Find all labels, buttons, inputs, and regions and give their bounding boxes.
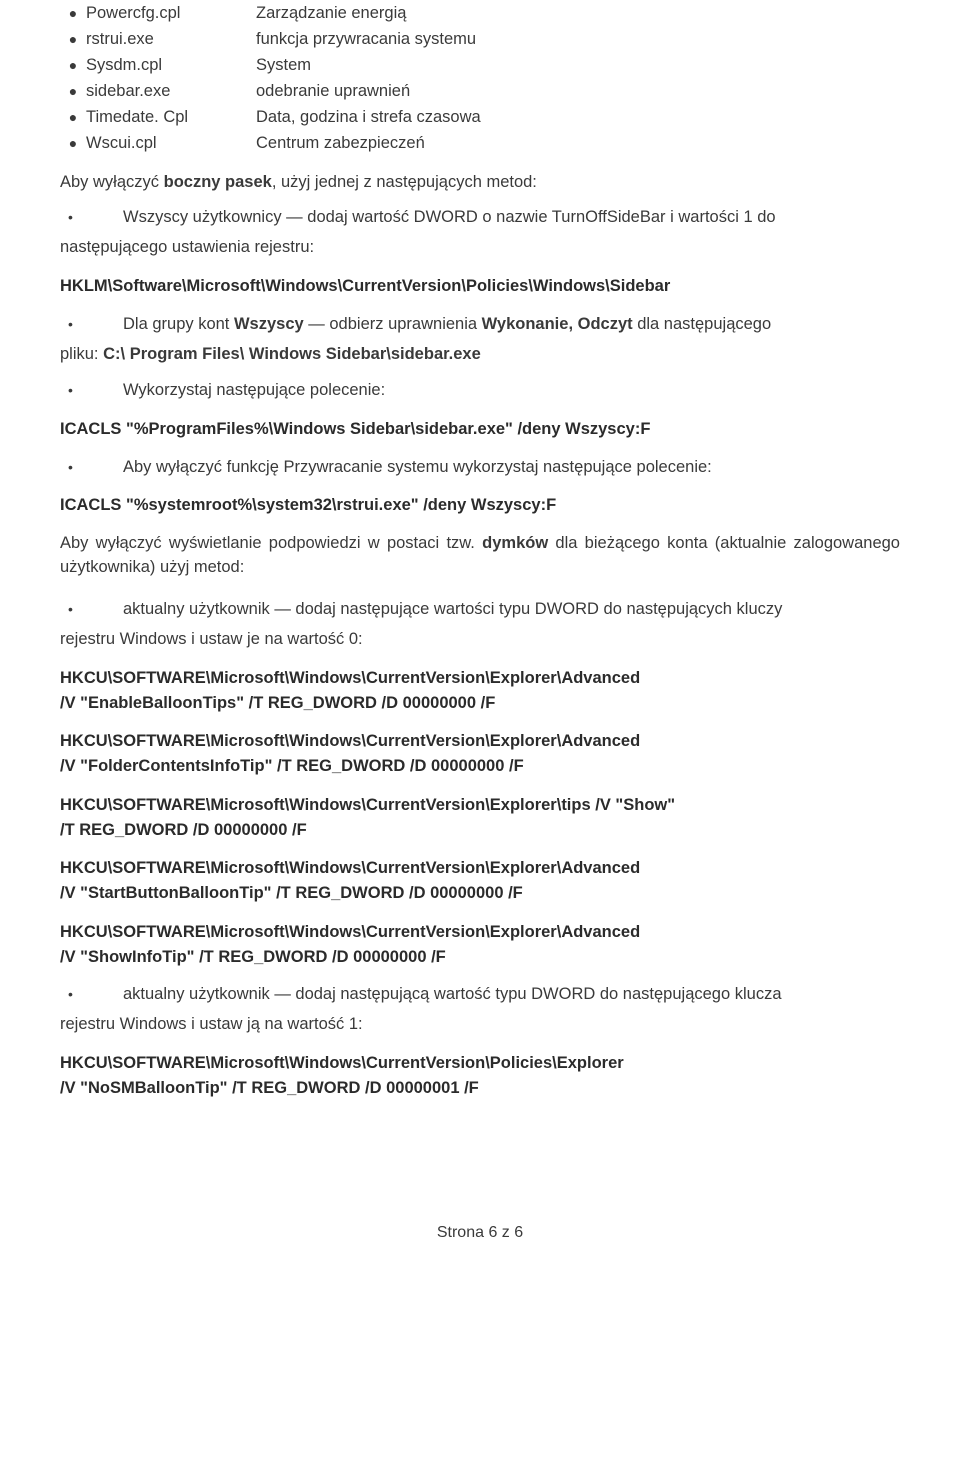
text-bold: Wszyscy (234, 315, 304, 333)
text: Dla grupy kont (123, 315, 234, 333)
file-cmd: rstrui.exe (86, 28, 256, 52)
registry-path: HKLM\Software\Microsoft\Windows\CurrentV… (60, 274, 900, 299)
reg-line1: HKCU\SOFTWARE\Microsoft\Windows\CurrentV… (60, 856, 900, 881)
reg-line1: HKCU\SOFTWARE\Microsoft\Windows\CurrentV… (60, 729, 900, 754)
bullet-icon: ● (60, 107, 86, 127)
reg-line2: /T REG_DWORD /D 00000000 /F (60, 818, 900, 843)
sub-bullet: • aktualny użytkownik — dodaj następując… (60, 598, 900, 622)
list-item: ● Timedate. Cpl Data, godzina i strefa c… (60, 106, 900, 130)
sub-bullet: • Aby wyłączyć funkcję Przywracanie syst… (60, 456, 900, 480)
paragraph: rejestru Windows i ustaw ją na wartość 1… (60, 1013, 900, 1037)
sub-bullet: • Dla grupy kont Wszyscy — odbierz upraw… (60, 313, 900, 337)
file-desc: Centrum zabezpieczeń (256, 132, 900, 156)
file-desc: System (256, 54, 900, 78)
registry-command: HKCU\SOFTWARE\Microsoft\Windows\CurrentV… (60, 793, 900, 843)
reg-line2: /V "ShowInfoTip" /T REG_DWORD /D 0000000… (60, 945, 900, 970)
list-item: ● Sysdm.cpl System (60, 54, 900, 78)
text-bold: dymków (482, 534, 548, 552)
paragraph: rejestru Windows i ustaw je na wartość 0… (60, 628, 900, 652)
file-list: ● Powercfg.cpl Zarządzanie energią ● rst… (60, 2, 900, 156)
paragraph: pliku: C:\ Program Files\ Windows Sideba… (60, 343, 900, 367)
reg-line1: HKCU\SOFTWARE\Microsoft\Windows\CurrentV… (60, 666, 900, 691)
text-bold: C:\ Program Files\ Windows Sidebar\sideb… (103, 345, 481, 363)
sub-bullet: • Wszyscy użytkownicy — dodaj wartość DW… (60, 206, 900, 230)
paragraph: Aby wyłączyć boczny pasek, użyj jednej z… (60, 171, 900, 195)
text: pliku: (60, 345, 103, 363)
bullet-icon: • (60, 207, 123, 227)
text: Wykorzystaj następujące polecenie: (123, 379, 900, 403)
file-desc: funkcja przywracania systemu (256, 28, 900, 52)
bullet-icon: • (60, 984, 123, 1004)
text: Dla grupy kont Wszyscy — odbierz uprawni… (123, 313, 900, 337)
text: Aby wyłączyć funkcję Przywracanie system… (123, 456, 900, 480)
page-footer: Strona 6 z 6 (60, 1221, 900, 1244)
command: ICACLS "%systemroot%\system32\rstrui.exe… (60, 493, 900, 518)
registry-command: HKCU\SOFTWARE\Microsoft\Windows\CurrentV… (60, 920, 900, 970)
text-bold: boczny pasek (164, 173, 272, 191)
bullet-icon: • (60, 314, 123, 334)
list-item: ● Powercfg.cpl Zarządzanie energią (60, 2, 900, 26)
list-item: ● Wscui.cpl Centrum zabezpieczeń (60, 132, 900, 156)
text: aktualny użytkownik — dodaj następującą … (123, 983, 900, 1007)
registry-command: HKCU\SOFTWARE\Microsoft\Windows\CurrentV… (60, 729, 900, 779)
text-bold: Wykonanie, Odczyt (482, 315, 633, 333)
reg-line2: /V "NoSMBalloonTip" /T REG_DWORD /D 0000… (60, 1076, 900, 1101)
text: , użyj jednej z następujących metod: (272, 173, 537, 191)
file-desc: odebranie uprawnień (256, 80, 900, 104)
bullet-icon: ● (60, 55, 86, 75)
text: Aby wyłączyć wyświetlanie podpowiedzi w … (60, 534, 482, 552)
reg-line1: HKCU\SOFTWARE\Microsoft\Windows\CurrentV… (60, 1051, 900, 1076)
command: ICACLS "%ProgramFiles%\Windows Sidebar\s… (60, 417, 900, 442)
bullet-icon: ● (60, 29, 86, 49)
file-desc: Data, godzina i strefa czasowa (256, 106, 900, 130)
text: aktualny użytkownik — dodaj następujące … (123, 598, 900, 622)
reg-line2: /V "EnableBalloonTips" /T REG_DWORD /D 0… (60, 691, 900, 716)
text: Aby wyłączyć (60, 173, 164, 191)
paragraph: Aby wyłączyć wyświetlanie podpowiedzi w … (60, 532, 900, 580)
sub-bullet: • Wykorzystaj następujące polecenie: (60, 379, 900, 403)
reg-line1: HKCU\SOFTWARE\Microsoft\Windows\CurrentV… (60, 793, 900, 818)
text: Wszyscy użytkownicy — dodaj wartość DWOR… (123, 206, 900, 230)
text: dla następującego (633, 315, 772, 333)
file-desc: Zarządzanie energią (256, 2, 900, 26)
file-cmd: sidebar.exe (86, 80, 256, 104)
paragraph: następującego ustawienia rejestru: (60, 236, 900, 260)
bullet-icon: • (60, 457, 123, 477)
text: — odbierz uprawnienia (304, 315, 482, 333)
file-cmd: Powercfg.cpl (86, 2, 256, 26)
registry-command: HKCU\SOFTWARE\Microsoft\Windows\CurrentV… (60, 666, 900, 716)
list-item: ● rstrui.exe funkcja przywracania system… (60, 28, 900, 52)
file-cmd: Sysdm.cpl (86, 54, 256, 78)
reg-line2: /V "StartButtonBalloonTip" /T REG_DWORD … (60, 881, 900, 906)
list-item: ● sidebar.exe odebranie uprawnień (60, 80, 900, 104)
registry-command: HKCU\SOFTWARE\Microsoft\Windows\CurrentV… (60, 1051, 900, 1101)
sub-bullet: • aktualny użytkownik — dodaj następując… (60, 983, 900, 1007)
bullet-icon: ● (60, 81, 86, 101)
file-cmd: Timedate. Cpl (86, 106, 256, 130)
reg-line1: HKCU\SOFTWARE\Microsoft\Windows\CurrentV… (60, 920, 900, 945)
bullet-icon: • (60, 599, 123, 619)
bullet-icon: ● (60, 3, 86, 23)
bullet-icon: ● (60, 133, 86, 153)
registry-command: HKCU\SOFTWARE\Microsoft\Windows\CurrentV… (60, 856, 900, 906)
file-cmd: Wscui.cpl (86, 132, 256, 156)
reg-line2: /V "FolderContentsInfoTip" /T REG_DWORD … (60, 754, 900, 779)
bullet-icon: • (60, 380, 123, 400)
